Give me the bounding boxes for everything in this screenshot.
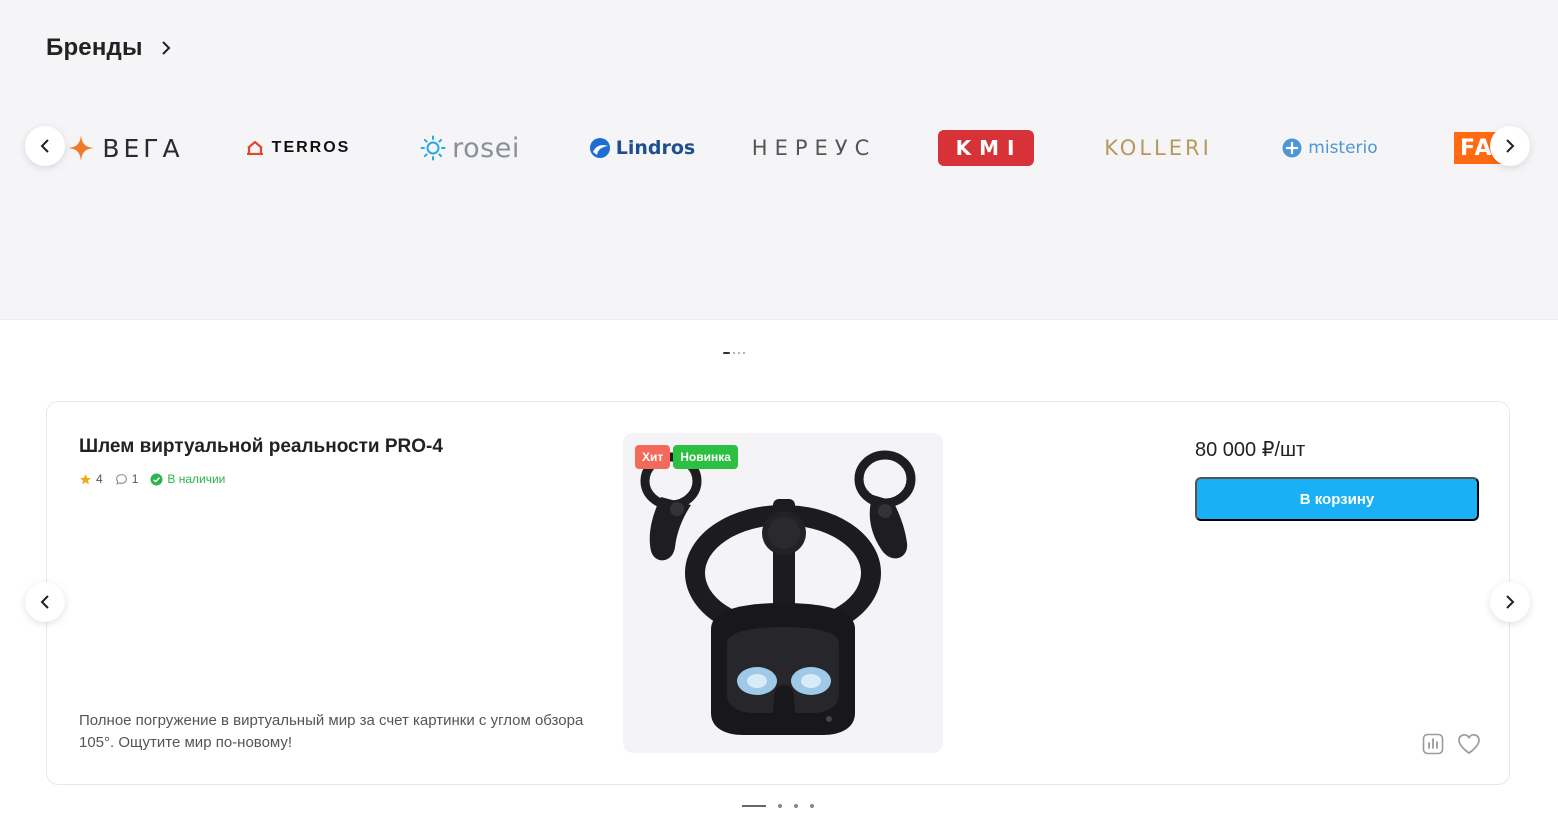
brand-logo-nereus[interactable]: НЕРЕУС	[752, 118, 869, 178]
product-title[interactable]: Шлем виртуальной реальности PRO-4	[79, 436, 443, 458]
brands-section: Бренды ВЕГА TERROS rosei Lindros НЕРЕУС …	[0, 0, 1558, 320]
brands-title: Бренды	[46, 34, 143, 61]
brand-logo-rosei[interactable]: rosei	[420, 118, 520, 178]
wave-icon	[589, 138, 610, 158]
brand-logo-misterio[interactable]: misterio	[1278, 118, 1382, 178]
brands-carousel: ВЕГА TERROS rosei Lindros НЕРЕУС KMI KOL…	[0, 118, 1558, 178]
reviews-value: 1	[131, 472, 139, 486]
chevron-left-icon	[40, 139, 49, 153]
brands-header-link[interactable]: Бренды	[46, 34, 171, 62]
image-dot[interactable]	[738, 352, 740, 354]
image-dot[interactable]	[743, 352, 745, 354]
carousel-dot[interactable]	[794, 804, 798, 808]
image-dot-active[interactable]	[723, 352, 730, 354]
brand-logo-lindros[interactable]: Lindros	[589, 118, 695, 178]
rating: 4	[79, 472, 103, 486]
sun-icon	[420, 135, 446, 161]
product-price: 80 000 ₽/шт	[1195, 439, 1306, 461]
brands-next-button[interactable]	[1490, 126, 1530, 166]
compare-icon[interactable]	[1422, 733, 1444, 755]
carousel-dot-active[interactable]	[742, 805, 766, 807]
product-meta: 4 1 В наличии	[79, 472, 237, 486]
badges: Хит Новинка	[635, 445, 738, 469]
carousel-pagination	[742, 804, 814, 808]
brand-logo-terros[interactable]: TERROS	[246, 118, 348, 178]
product-image[interactable]: Хит Новинка	[623, 433, 943, 753]
comment-icon	[115, 473, 127, 485]
vr-headset-image	[640, 450, 916, 735]
stock-status: В наличии	[150, 472, 225, 486]
image-pagination	[723, 352, 745, 354]
carousel-dot[interactable]	[810, 804, 814, 808]
add-to-cart-button[interactable]: В корзину	[1195, 477, 1479, 521]
check-circle-icon	[150, 473, 163, 485]
stock-label: В наличии	[167, 472, 226, 486]
badge-hit: Хит	[635, 445, 671, 469]
star-sparkle-icon	[68, 135, 95, 161]
heart-icon[interactable]	[1457, 733, 1481, 755]
product-description: Полное погружение в виртуальный мир за с…	[79, 712, 584, 751]
brand-logo-vega[interactable]: ВЕГА	[68, 118, 180, 178]
product-card: Шлем виртуальной реальности PRO-4 4 1 В …	[46, 401, 1510, 785]
chevron-right-icon	[1506, 595, 1515, 609]
star-icon	[80, 473, 91, 484]
product-next-button[interactable]	[1490, 582, 1530, 622]
brands-prev-button[interactable]	[25, 126, 65, 166]
chevron-right-icon	[161, 41, 171, 55]
brand-logo-kmi[interactable]: KMI	[936, 118, 1036, 178]
plus-circle-icon	[1282, 138, 1302, 158]
product-prev-button[interactable]	[25, 582, 65, 622]
reviews-count[interactable]: 1	[115, 472, 139, 486]
house-icon	[246, 141, 263, 155]
chevron-left-icon	[40, 595, 49, 609]
brand-logo-kolleri[interactable]: KOLLERI	[1104, 118, 1212, 178]
badge-new: Новинка	[673, 445, 738, 469]
chevron-right-icon	[1506, 139, 1515, 153]
carousel-dot[interactable]	[778, 804, 782, 808]
image-dot[interactable]	[733, 352, 735, 354]
rating-value: 4	[96, 472, 103, 486]
